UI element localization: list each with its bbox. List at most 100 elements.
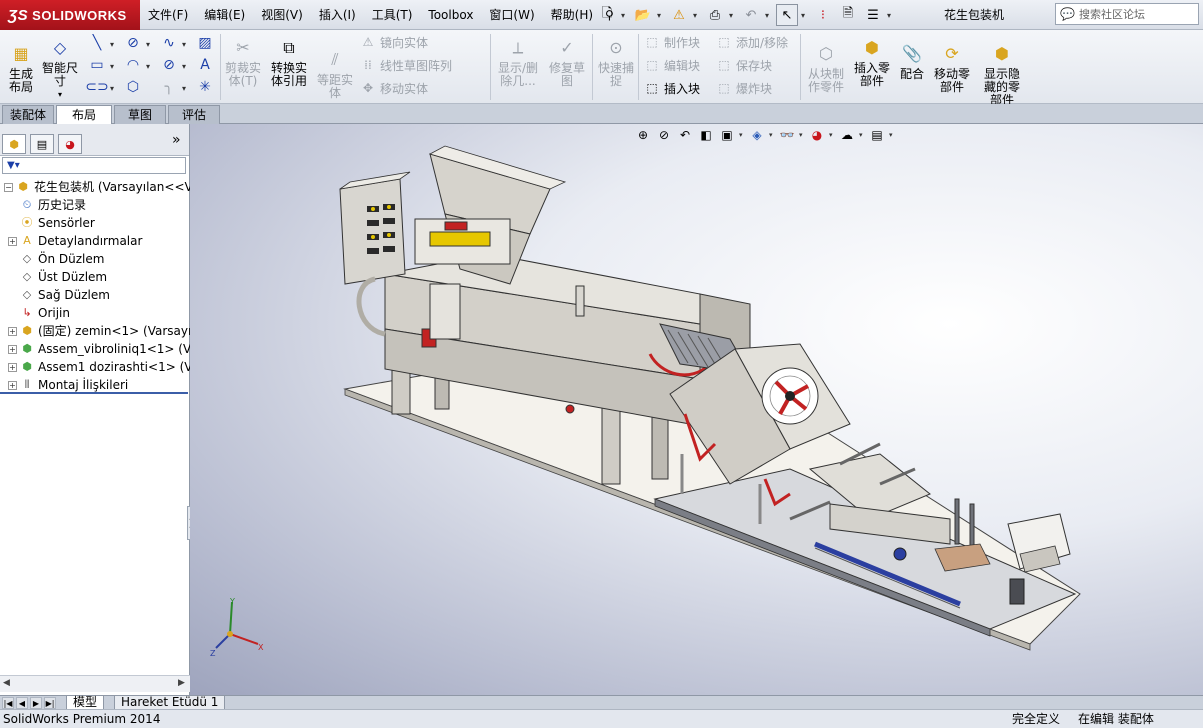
scroll-right-icon[interactable]: ▶ <box>178 678 185 688</box>
warning-dropdown-icon[interactable]: ▾ <box>693 11 701 20</box>
insert-block-button[interactable]: ⬚ 插入块 <box>644 78 700 98</box>
select-cursor-icon[interactable]: ↖ <box>776 4 798 26</box>
quick-snaps-button[interactable]: ⊙ 快速捕 捉 <box>596 34 636 88</box>
graphics-area[interactable]: ⊕ ⊘ ↶ ◧ ▣ ▾ ◈ ▾ 👓 ▾ ◕ ▾ ☁ ▾ ▤ ▾ Y X Z <box>190 124 1203 695</box>
rectangle-dropdown-icon[interactable]: ▾ <box>110 62 114 71</box>
tree-item[interactable]: + ⬢ Assem1 dozirashti<1> (V <box>0 358 190 376</box>
next-tab-icon[interactable]: ▶ <box>30 697 42 709</box>
save-block-button[interactable]: ⬚ 保存块 <box>716 55 772 75</box>
line-dropdown-icon[interactable]: ▾ <box>110 40 114 49</box>
peanut-packaging-machine-model[interactable]: Y X Z <box>190 124 1203 695</box>
tree-item[interactable]: + ⬢ Assem_vibroliniq1<1> (V <box>0 340 190 358</box>
trim-entities-button[interactable]: ✂ 剪裁实 体(T) <box>222 34 264 88</box>
mate-button[interactable]: 📎 配合 <box>896 40 928 81</box>
tree-filter[interactable]: ▼▾ <box>2 157 186 174</box>
line-icon[interactable]: ╲ <box>88 34 106 52</box>
smart-dimension-button[interactable]: ◇ 智能尺 寸 ▾ <box>40 34 80 101</box>
make-part-from-block-button[interactable]: ⬡ 从块制 作零件 <box>804 40 848 94</box>
tree-item[interactable]: ◇ Sağ Düzlem <box>0 286 190 304</box>
prev-tab-icon[interactable]: ◀ <box>16 697 28 709</box>
solidworks-logo[interactable]: ƷS SOLIDWORKS <box>0 0 140 30</box>
menu-insert[interactable]: 插入(I) <box>311 0 364 30</box>
panel-scrollbar[interactable]: ◀ ▶ <box>0 675 190 692</box>
file-properties-icon[interactable]: 🗎 <box>837 4 859 26</box>
print-icon[interactable]: ⎙ <box>704 4 726 26</box>
undo-dropdown-icon[interactable]: ▾ <box>765 11 773 20</box>
ellipse-icon[interactable]: ⊘ <box>160 56 178 74</box>
tree-item[interactable]: ◇ Üst Düzlem <box>0 268 190 286</box>
more-tabs-icon[interactable]: » <box>172 132 181 148</box>
tree-item[interactable]: ◇ Ön Düzlem <box>0 250 190 268</box>
tree-item[interactable]: ⦿ Sensörler <box>0 214 190 232</box>
circle-icon[interactable]: ⊘ <box>124 34 142 52</box>
point-icon[interactable]: ✳ <box>196 78 214 96</box>
convert-entities-button[interactable]: ⧉ 转换实 体引用 <box>266 34 312 88</box>
spline-icon[interactable]: ∿ <box>160 34 178 52</box>
mirror-entities-button[interactable]: ⚠ 镜向实体 <box>360 32 428 52</box>
scroll-left-icon[interactable]: ◀ <box>3 678 10 688</box>
expand-icon[interactable]: + <box>8 344 17 354</box>
property-manager-tab-icon[interactable]: ▤ <box>30 134 54 154</box>
open-dropdown-icon[interactable]: ▾ <box>657 11 665 20</box>
fillet-icon[interactable]: ╮ <box>160 78 178 96</box>
search-box[interactable]: 💬 搜索社区论坛 <box>1055 3 1199 25</box>
warning-icon[interactable]: ⚠ <box>668 4 690 26</box>
menu-window[interactable]: 窗口(W) <box>481 0 542 30</box>
slot-dropdown-icon[interactable]: ▾ <box>110 84 114 93</box>
linear-pattern-button[interactable]: ⁞⁞ 线性草图阵列 <box>360 55 452 75</box>
menu-file[interactable]: 文件(F) <box>140 0 196 30</box>
tree-item[interactable]: ⏲ 历史记录 <box>0 196 190 214</box>
expand-icon[interactable]: + <box>8 362 17 372</box>
insert-components-button[interactable]: ⬢ 插入零 部件 <box>850 34 894 88</box>
explode-block-button[interactable]: ⬚ 爆炸块 <box>716 78 772 98</box>
tab-layout[interactable]: 布局 <box>56 105 112 124</box>
undo-icon[interactable]: ↶ <box>740 4 762 26</box>
feature-manager-tab-icon[interactable]: ⬢ <box>2 134 26 154</box>
tab-motion-study[interactable]: Hareket Etüdü 1 <box>114 696 226 710</box>
tab-sketch[interactable]: 草图 <box>114 105 166 124</box>
new-dropdown-icon[interactable]: ▾ <box>621 11 629 20</box>
make-block-button[interactable]: ⬚ 制作块 <box>644 32 700 52</box>
move-entities-button[interactable]: ✥ 移动实体 <box>360 78 428 98</box>
generate-layout-button[interactable]: ▦ 生成 布局 <box>4 40 38 94</box>
expand-icon[interactable]: + <box>8 380 17 390</box>
add-remove-button[interactable]: ⬚ 添加/移除 <box>716 32 788 52</box>
move-component-button[interactable]: ⟳ 移动零 部件 <box>930 40 974 94</box>
repair-sketch-button[interactable]: ✓ 修复草 图 <box>546 34 588 88</box>
expand-icon[interactable]: + <box>8 326 17 336</box>
menu-tools[interactable]: 工具(T) <box>364 0 421 30</box>
options-dropdown-icon[interactable]: ▾ <box>887 11 895 20</box>
spline-dropdown-icon[interactable]: ▾ <box>182 40 186 49</box>
ellipse-dropdown-icon[interactable]: ▾ <box>182 62 186 71</box>
show-delete-relations-button[interactable]: ⟂ 显示/删 除几... <box>494 34 542 88</box>
menu-edit[interactable]: 编辑(E) <box>196 0 253 30</box>
hatch-icon[interactable]: ▨ <box>196 34 214 52</box>
polygon-icon[interactable]: ⬡ <box>124 78 142 96</box>
print-dropdown-icon[interactable]: ▾ <box>729 11 737 20</box>
expand-icon[interactable]: + <box>8 236 17 246</box>
options-icon[interactable]: ☰ <box>862 4 884 26</box>
tab-evaluate[interactable]: 评估 <box>168 105 220 124</box>
fillet-dropdown-icon[interactable]: ▾ <box>182 84 186 93</box>
collapse-icon[interactable]: − <box>4 182 13 192</box>
tree-item[interactable]: + ⬢ (固定) zemin<1> (Varsayı <box>0 322 190 340</box>
menu-view[interactable]: 视图(V) <box>253 0 311 30</box>
tab-model[interactable]: 模型 <box>66 696 105 710</box>
new-document-icon[interactable]: 🗋 <box>596 4 618 26</box>
slot-icon[interactable]: ⊂⊃ <box>85 78 108 96</box>
rectangle-icon[interactable]: ▭ <box>88 56 106 74</box>
edit-block-button[interactable]: ⬚ 编辑块 <box>644 55 700 75</box>
appearance-tab-icon[interactable]: ◕ <box>58 134 82 154</box>
tree-root[interactable]: − ⬢ 花生包装机 (Varsayılan<<Va <box>0 178 190 196</box>
menu-help[interactable]: 帮助(H) <box>543 0 601 30</box>
arc-icon[interactable]: ◠ <box>124 56 142 74</box>
tab-assembly[interactable]: 装配体 <box>2 105 54 124</box>
offset-entities-button[interactable]: ⫽ 等距实 体 <box>314 46 356 100</box>
smart-dimension-dropdown-icon[interactable]: ▾ <box>58 88 62 101</box>
tree-item[interactable]: ↳ Orijin <box>0 304 190 322</box>
text-icon[interactable]: A <box>196 56 214 74</box>
open-folder-icon[interactable]: 📂 <box>632 4 654 26</box>
show-hidden-components-button[interactable]: ⬢ 显示隐 藏的零 部件 <box>980 40 1024 107</box>
first-tab-icon[interactable]: |◀ <box>2 697 14 709</box>
tree-item[interactable]: + A Detaylandırmalar <box>0 232 190 250</box>
